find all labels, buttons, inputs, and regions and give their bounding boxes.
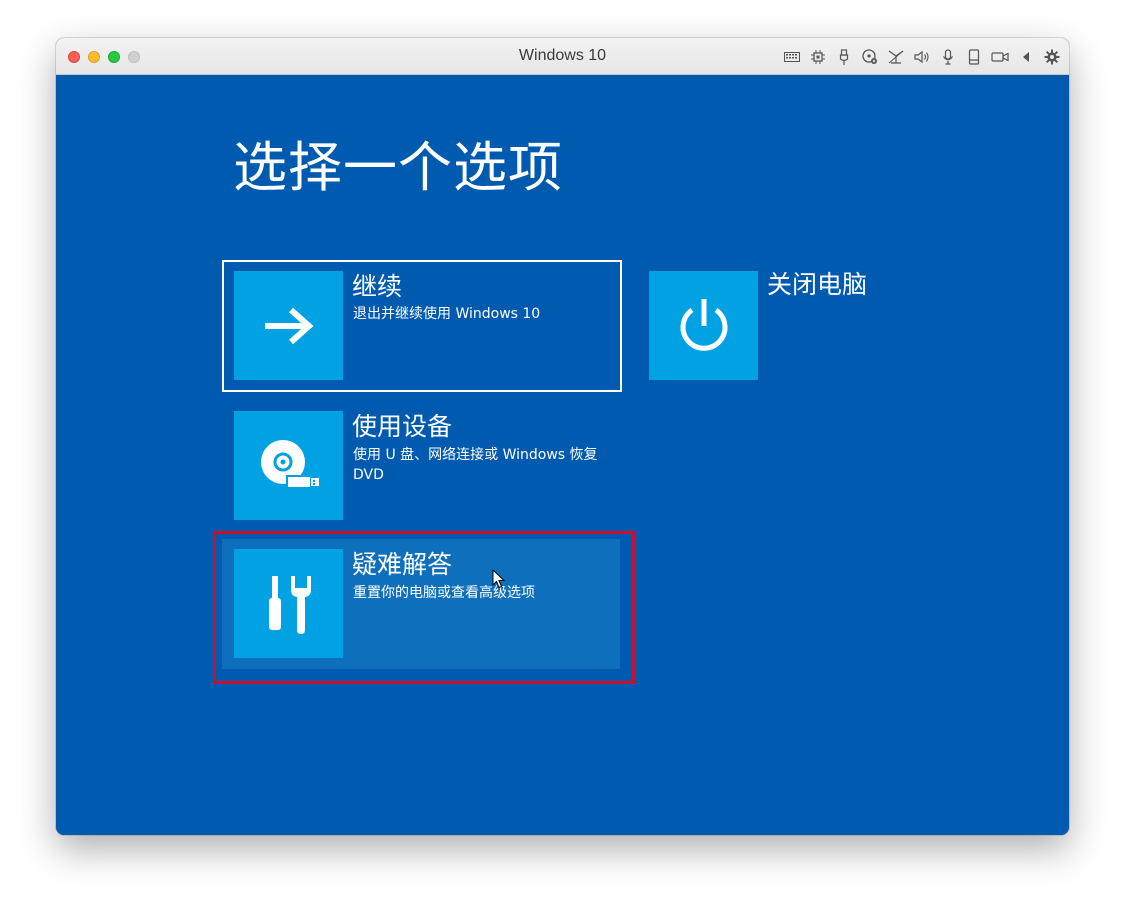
vm-window: Windows 10 选择一个选项 继续 退出并继续使用 Windows 10 … [56,38,1069,835]
troubleshoot-description: 重置你的电脑或查看高级选项 [353,585,535,601]
shutdown-title: 关闭电脑 [767,270,868,299]
title-bar: Windows 10 [56,38,1069,75]
disk-icon[interactable] [965,48,983,66]
cd-icon[interactable] [861,48,879,66]
continue-title: 继续 [352,272,403,301]
troubleshoot-title: 疑难解答 [352,550,453,579]
usb-icon[interactable] [835,48,853,66]
power-icon [649,271,758,380]
continue-description: 退出并继续使用 Windows 10 [353,306,541,322]
use-device-title: 使用设备 [352,412,453,441]
microphone-icon[interactable] [939,48,957,66]
shutdown-option[interactable]: 关闭电脑 [637,262,917,380]
speaker-icon[interactable] [913,48,931,66]
titlebar-toolbar [783,48,1061,66]
tools-icon [234,549,343,658]
troubleshoot-option[interactable]: 疑难解答 重置你的电脑或查看高级选项 [222,539,620,669]
continue-option[interactable]: 继续 退出并继续使用 Windows 10 [222,260,622,392]
use-device-description: 使用 U 盘、网络连接或 Windows 恢复 DVD [353,447,598,483]
page-title: 选择一个选项 [233,136,563,199]
disc-usb-icon [234,411,343,520]
camera-icon[interactable] [991,48,1009,66]
gear-icon[interactable] [1043,48,1061,66]
mouse-cursor-icon [492,569,506,589]
cpu-icon[interactable] [809,48,827,66]
use-device-option[interactable]: 使用设备 使用 U 盘、网络连接或 Windows 恢复 DVD [222,401,622,531]
arrow-right-icon [234,271,343,380]
arrow-left-icon[interactable] [1017,48,1035,66]
keyboard-icon[interactable] [783,48,801,66]
network-icon[interactable] [887,48,905,66]
recovery-screen: 选择一个选项 继续 退出并继续使用 Windows 10 使用设备 使用 U 盘… [56,75,1069,835]
